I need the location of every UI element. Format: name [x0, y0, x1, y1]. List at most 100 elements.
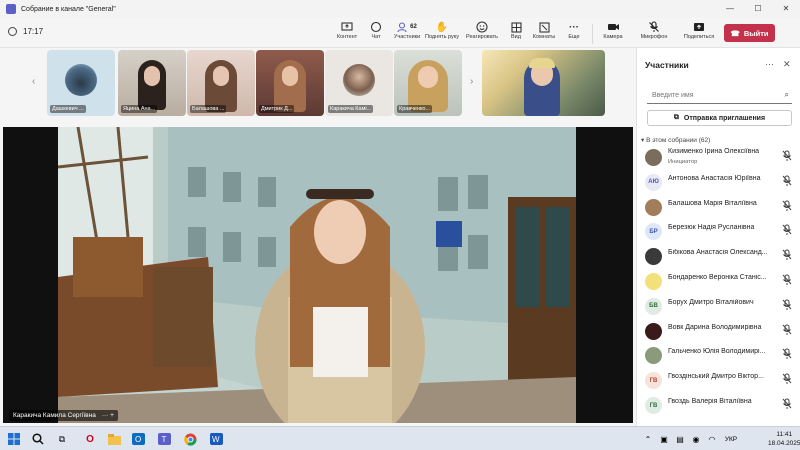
chat-icon — [370, 20, 382, 34]
hand-icon: ✋ — [435, 21, 449, 33]
hair — [529, 58, 555, 68]
in-meeting-section-header[interactable]: ▾ В этом собрании (62) — [641, 136, 710, 144]
close-panel-icon[interactable]: ✕ — [783, 59, 791, 70]
participant-count: 62 — [410, 24, 417, 30]
participant-row[interactable]: БВ Борух Дмитро Віталійович — [637, 295, 800, 320]
search-input[interactable]: Введите имя ⌕ — [647, 88, 792, 104]
participant-row[interactable]: Вовк Дарина Володимирівна — [637, 320, 800, 345]
participants-button[interactable]: 62 Участники — [390, 20, 424, 46]
avatar — [645, 273, 662, 290]
outlook-icon[interactable]: O — [130, 431, 146, 447]
chevron-left-icon[interactable]: ‹ — [32, 76, 35, 87]
mic-off-icon — [782, 324, 792, 335]
participant-row[interactable]: ГВ Гвоздінський Дмитро Віктор... — [637, 369, 800, 394]
chevron-right-icon[interactable]: › — [470, 76, 473, 87]
participant-row[interactable]: Бібікова Анастасія Олександ... — [637, 245, 800, 270]
participant-row[interactable]: Кизименко Ірина Олексіївна Инициатор — [637, 146, 800, 171]
tray-app-icon[interactable]: ▤ — [672, 431, 688, 447]
chrome-icon[interactable] — [182, 431, 198, 447]
participant-row[interactable]: Балашова Марія Віталіївна — [637, 196, 800, 221]
leave-button[interactable]: ☎ Выйти — [724, 24, 775, 42]
rooms-button[interactable]: Комнаты — [527, 20, 561, 46]
close-window-button[interactable]: ✕ — [772, 0, 800, 18]
tray-notify-icon[interactable]: ◉ — [688, 431, 704, 447]
participant-name: Березюк Надія Русланівна — [668, 224, 755, 232]
more-label: Еще — [568, 34, 580, 40]
mic-off-icon — [782, 200, 792, 211]
opera-icon[interactable]: O — [82, 431, 98, 447]
microphone-button[interactable]: Микрофон — [637, 20, 671, 46]
participant-name: Бібікова Анастасія Олександ... — [668, 249, 768, 257]
speaker-caption: Каракича Камила Сергіївна ··· + — [9, 410, 118, 421]
tray-chevron-up-icon[interactable]: ⌃ — [640, 431, 656, 447]
file-explorer-icon[interactable] — [106, 431, 122, 447]
tile-name: Дмитрик Д... — [259, 105, 295, 113]
word-icon[interactable]: W — [208, 431, 224, 447]
chat-button[interactable]: Чат — [359, 20, 393, 46]
minimize-button[interactable]: — — [716, 0, 744, 18]
react-label: Реагировать — [466, 34, 498, 40]
teams-logo-icon — [6, 4, 16, 14]
language-indicator[interactable]: УКР — [716, 431, 746, 447]
street-scene — [58, 127, 576, 423]
mic-off-icon — [782, 274, 792, 285]
video-tile[interactable]: Яцина Ана... — [118, 50, 186, 116]
video-tile[interactable]: Балашова ... — [187, 50, 255, 116]
emoji-icon — [476, 20, 488, 34]
face — [144, 66, 160, 86]
speaker-video[interactable] — [58, 127, 576, 423]
rooms-icon — [538, 20, 550, 34]
video-strip: ‹ Дашкевич ... Яцина Ана... Балашова ...… — [0, 48, 636, 124]
participant-name: Гвоздінський Дмитро Віктор... — [668, 373, 764, 381]
phone-hangup-icon: ☎ — [730, 28, 740, 38]
speaker-name: Каракича Камила Сергіївна — [13, 412, 96, 419]
timer-text: 17:17 — [23, 27, 44, 36]
title-bar: Собрание в канале "General" — ☐ ✕ — [0, 0, 800, 18]
leave-label: Выйти — [743, 28, 769, 38]
participant-row[interactable]: АЮ Антонова Анастасія Юріївна — [637, 171, 800, 196]
participants-panel: Участники ··· ✕ Введите имя ⌕ ⧉ Отправка… — [636, 48, 800, 426]
avatar: БВ — [645, 297, 662, 315]
windows-start-icon[interactable] — [6, 431, 22, 447]
camera-icon — [607, 20, 620, 34]
tile-name: Яцина Ана... — [121, 105, 158, 113]
tray-teams-icon[interactable]: ▣ — [656, 431, 672, 447]
video-tile[interactable] — [482, 50, 605, 116]
send-invite-button[interactable]: ⧉ Отправка приглашения — [647, 110, 792, 126]
video-tile[interactable]: Дашкевич ... — [47, 50, 115, 116]
more-options-icon[interactable]: ··· — [765, 59, 774, 69]
react-button[interactable]: Реагировать — [465, 20, 499, 46]
teams-icon[interactable]: T — [156, 431, 172, 447]
more-icon: ··· — [569, 21, 579, 33]
participant-row[interactable]: ГВ Гвоздь Валерія Віталіївна — [637, 394, 800, 419]
search-icon[interactable] — [30, 431, 46, 447]
participant-row[interactable]: Бондаренко Вероніка Станіс... — [637, 270, 800, 295]
caption-options-icon[interactable]: ··· + — [102, 412, 114, 419]
participant-row[interactable]: БР Березюк Надія Русланівна — [637, 220, 800, 245]
mic-off-icon — [782, 175, 792, 186]
system-clock[interactable]: 11:41 18.04.2025 — [768, 430, 800, 448]
participant-role: Инициатор — [668, 159, 698, 165]
svg-text:W: W — [212, 435, 220, 444]
grid-icon — [510, 20, 522, 34]
video-tile[interactable]: Каракича Камі... — [325, 50, 393, 116]
participant-name: Вовк Дарина Володимирівна — [668, 323, 762, 331]
face — [213, 66, 229, 86]
avatar — [645, 347, 662, 365]
raise-hand-button[interactable]: ✋ Поднять руку — [425, 20, 459, 46]
svg-text:T: T — [161, 435, 166, 444]
window-title: Собрание в канале "General" — [21, 5, 116, 13]
share-button[interactable]: Поделиться — [682, 20, 716, 46]
tile-name: Каракича Камі... — [328, 105, 374, 113]
panel-title: Участники — [645, 60, 689, 70]
participants-label: Участники — [393, 34, 421, 40]
camera-button[interactable]: Камера — [596, 20, 630, 46]
participant-row[interactable]: Гальченко Юлія Володимирі... — [637, 344, 800, 369]
video-tile[interactable]: Кравченко... — [394, 50, 462, 116]
more-button[interactable]: ··· Еще — [557, 20, 591, 46]
video-tile[interactable]: Дмитрик Д... — [256, 50, 324, 116]
teams-meeting-window: Собрание в канале "General" — ☐ ✕ 17:17 … — [0, 0, 800, 450]
microphone-label: Микрофон — [640, 34, 668, 40]
maximize-button[interactable]: ☐ — [744, 0, 772, 18]
task-view-icon[interactable]: ⧉ — [54, 431, 70, 447]
